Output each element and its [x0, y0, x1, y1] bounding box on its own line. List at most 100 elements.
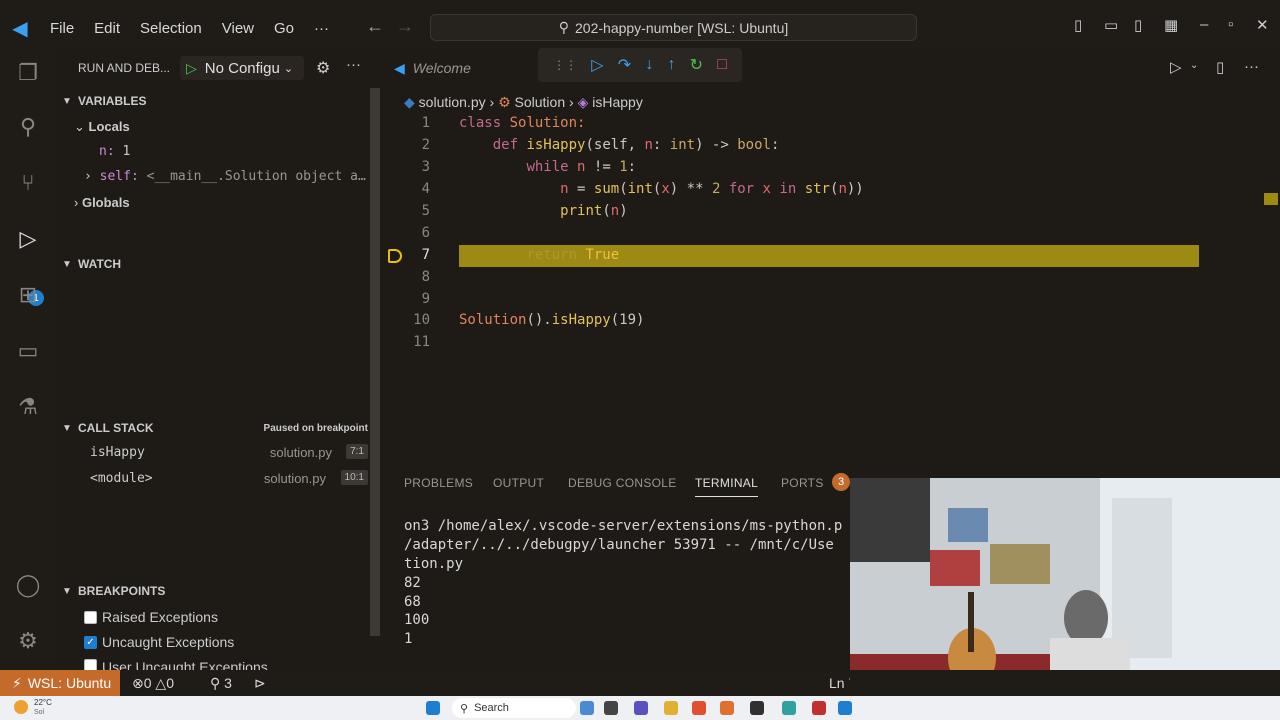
- breakpoint-user-uncaught[interactable]: User Uncaught Exceptions: [84, 659, 268, 670]
- step-into-icon[interactable]: ↓: [645, 56, 653, 74]
- checkbox[interactable]: [84, 610, 97, 624]
- source-control-icon[interactable]: ⑂: [13, 168, 43, 198]
- folder-icon[interactable]: [664, 701, 678, 715]
- menu-more[interactable]: ···: [304, 20, 339, 37]
- breakpoint-raised[interactable]: Raised Exceptions: [84, 609, 218, 625]
- forward-arrow-icon[interactable]: →: [396, 16, 414, 37]
- vscode-taskbar-icon[interactable]: [838, 701, 852, 715]
- app-icon[interactable]: [604, 701, 618, 715]
- checkbox[interactable]: [84, 659, 97, 670]
- firefox-icon[interactable]: [720, 701, 734, 715]
- problems-status[interactable]: ⊗0 △0: [132, 675, 174, 692]
- breakpoint-uncaught[interactable]: ✓ Uncaught Exceptions: [84, 634, 234, 650]
- app-icon[interactable]: [782, 701, 796, 715]
- more-actions-icon[interactable]: ···: [346, 56, 361, 73]
- code-line[interactable]: 9: [382, 289, 1280, 311]
- breadcrumb-method[interactable]: isHappy: [592, 94, 643, 110]
- back-arrow-icon[interactable]: ←: [366, 16, 384, 37]
- toggle-panel-icon[interactable]: ▭: [1104, 16, 1118, 34]
- more-actions-icon[interactable]: ···: [1244, 58, 1259, 75]
- code-line[interactable]: 3 while n != 1:: [382, 157, 1280, 179]
- variable-self[interactable]: › self: <__main__.Solution object a…: [84, 169, 366, 184]
- chevron-down-icon[interactable]: ⌄: [1190, 60, 1198, 71]
- tab-output[interactable]: OUTPUT: [493, 476, 544, 490]
- remote-indicator[interactable]: ⚡ WSL: Ubuntu: [0, 670, 120, 696]
- code-line[interactable]: 6: [382, 223, 1280, 245]
- sidebar-header: RUN AND DEB...: [78, 61, 171, 75]
- step-over-icon[interactable]: ↷: [618, 55, 631, 75]
- code-line[interactable]: 5 print(n): [382, 201, 1280, 223]
- run-debug-icon[interactable]: ▷: [13, 224, 43, 254]
- checkbox-checked[interactable]: ✓: [84, 635, 97, 649]
- debug-status-icon[interactable]: ⊳: [254, 675, 266, 692]
- toggle-secondary-sidebar-icon[interactable]: ▯: [1134, 16, 1142, 34]
- search-icon[interactable]: ⚲: [13, 112, 43, 142]
- ports-status[interactable]: ⚲ 3: [210, 675, 232, 692]
- toggle-sidebar-icon[interactable]: ▯: [1074, 16, 1082, 34]
- callstack-section[interactable]: ▼ CALL STACK Paused on breakpoint: [56, 417, 382, 439]
- settings-gear-icon[interactable]: ⚙: [13, 626, 43, 656]
- browser-icon[interactable]: [692, 701, 706, 715]
- tab-ports[interactable]: PORTS: [781, 476, 824, 490]
- tab-problems[interactable]: PROBLEMS: [404, 476, 473, 490]
- menu-view[interactable]: View: [212, 20, 264, 37]
- menu-selection[interactable]: Selection: [130, 20, 212, 37]
- testing-icon[interactable]: ⚗: [13, 392, 43, 422]
- breadcrumb-file[interactable]: solution.py: [419, 94, 486, 110]
- terminal-icon[interactable]: [750, 701, 764, 715]
- app-icon[interactable]: [580, 701, 594, 715]
- variable-n[interactable]: n: 1: [99, 144, 130, 159]
- remote-explorer-icon[interactable]: ▭: [13, 336, 43, 366]
- code-line[interactable]: 2 def isHappy(self, n: int) -> bool:: [382, 135, 1280, 157]
- cursor-position[interactable]: Ln 7: [829, 675, 850, 691]
- keyword: for: [720, 181, 763, 197]
- explorer-icon[interactable]: ❐: [13, 58, 43, 88]
- run-config-select[interactable]: ▷ No Configu ⌄: [180, 56, 304, 80]
- variables-section[interactable]: ▼ VARIABLES: [56, 90, 382, 112]
- menu-go[interactable]: Go: [264, 20, 304, 37]
- locals-node[interactable]: ⌄ Locals: [74, 119, 130, 135]
- maximize-icon[interactable]: ▫: [1228, 16, 1233, 33]
- vscode-tab-icon: ◀: [394, 59, 405, 76]
- breakpoints-section[interactable]: ▼ BREAKPOINTS: [56, 580, 382, 602]
- step-out-icon[interactable]: ↑: [667, 56, 675, 74]
- stack-frame[interactable]: isHappy solution.py 7:1: [56, 442, 382, 464]
- variable-value: 1: [122, 144, 131, 159]
- code-line-current[interactable]: 7 return True: [382, 245, 1280, 267]
- app-icon[interactable]: [812, 701, 826, 715]
- tab-terminal[interactable]: TERMINAL: [695, 476, 759, 497]
- code-line[interactable]: 10 Solution().isHappy(19): [382, 310, 1280, 332]
- tab-debug-console[interactable]: DEBUG CONSOLE: [568, 476, 677, 490]
- weather-icon[interactable]: [14, 700, 28, 714]
- minimize-icon[interactable]: –: [1200, 16, 1208, 33]
- run-file-icon[interactable]: ▷: [1170, 58, 1182, 76]
- keyword: in: [770, 181, 805, 197]
- stop-icon[interactable]: □: [717, 56, 727, 74]
- menu-edit[interactable]: Edit: [84, 20, 130, 37]
- command-center[interactable]: ⚲ 202-happy-number [WSL: Ubuntu]: [430, 14, 917, 41]
- close-icon[interactable]: ✕: [1256, 16, 1269, 34]
- customize-layout-icon[interactable]: ▦: [1164, 16, 1178, 34]
- sidebar-scrollbar[interactable]: [370, 88, 380, 636]
- windows-start-icon[interactable]: [426, 701, 440, 715]
- tab-welcome[interactable]: ◀ Welcome: [382, 48, 522, 88]
- app-icon[interactable]: [634, 701, 648, 715]
- watch-section[interactable]: ▼ WATCH: [56, 253, 382, 275]
- globals-node[interactable]: › Globals: [74, 195, 130, 210]
- code-line[interactable]: 1 class Solution:: [382, 113, 1280, 135]
- continue-icon[interactable]: ▷: [591, 55, 603, 75]
- stack-frame[interactable]: <module> solution.py 10:1: [56, 468, 382, 490]
- accounts-icon[interactable]: ◯: [13, 570, 43, 600]
- code-line[interactable]: 4 n = sum(int(x) ** 2 for x in str(n)): [382, 179, 1280, 201]
- code-line[interactable]: 11: [382, 332, 1280, 354]
- code-line[interactable]: 8: [382, 267, 1280, 289]
- split-editor-icon[interactable]: ▯: [1216, 58, 1224, 76]
- start-debug-icon[interactable]: ▷: [186, 60, 197, 77]
- taskbar-search[interactable]: ⚲ Search: [452, 698, 576, 718]
- menu-file[interactable]: File: [40, 20, 84, 37]
- breadcrumb-class[interactable]: Solution: [515, 94, 566, 110]
- drag-handle-icon[interactable]: ⋮⋮: [553, 58, 577, 72]
- restart-icon[interactable]: ↻: [690, 55, 703, 75]
- extensions-icon[interactable]: ⊞: [13, 280, 43, 310]
- gear-icon[interactable]: ⚙: [316, 58, 330, 78]
